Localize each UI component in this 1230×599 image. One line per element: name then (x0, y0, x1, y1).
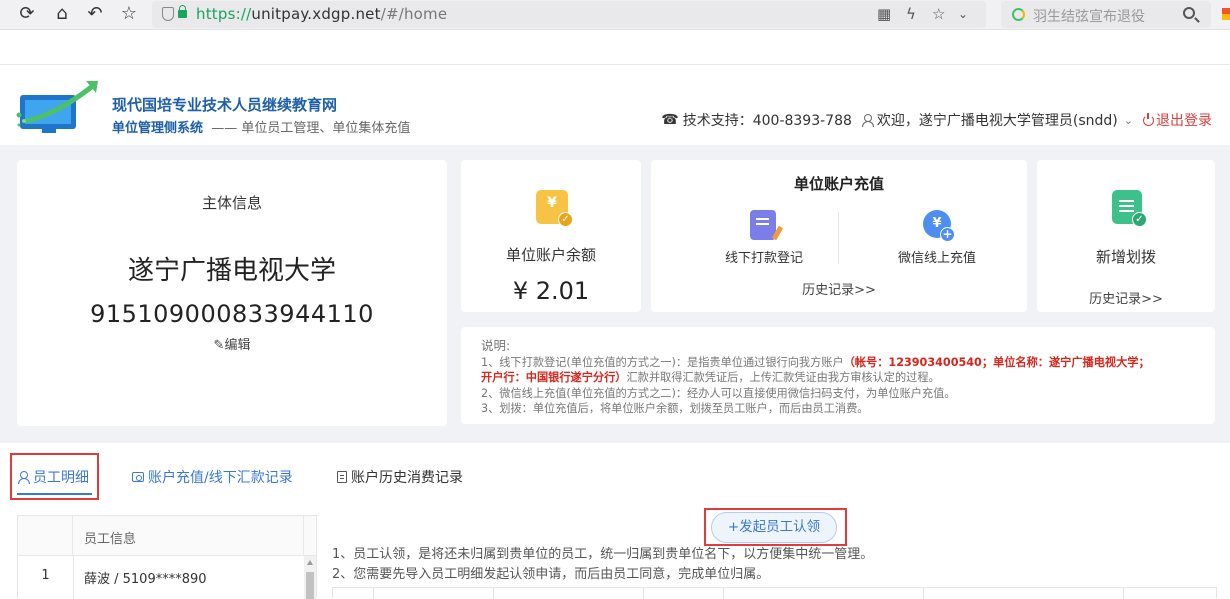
offline-register-icon (750, 210, 776, 240)
logout-button[interactable]: 退出登录 (1143, 110, 1212, 130)
user-icon (861, 114, 874, 127)
balance-value: ¥ 2.01 (512, 277, 590, 305)
row-index: 1 (41, 568, 50, 583)
cell-divider (373, 588, 374, 599)
transfer-card: 新增划拨 历史记录>> (1037, 160, 1215, 312)
entity-name: 遂宁广播电视大学 (127, 256, 336, 286)
divider (838, 212, 839, 264)
search-box[interactable]: 羽生结弦宣布退役 (1001, 1, 1211, 28)
cell-divider (73, 556, 74, 599)
column-header-employee-info: 员工信息 (84, 532, 137, 547)
header-index-cell (18, 516, 73, 556)
site-title: 现代国培专业技术人员继续教育网 (112, 96, 338, 114)
table-row[interactable]: 1 薛波 / 5109****890 (18, 556, 316, 599)
address-bar[interactable]: https://unitpay.xdgp.net/#/home ▦ ϟ ☆ ⌄ (152, 1, 986, 28)
scroll-thumb[interactable] (306, 572, 314, 599)
extension-icon[interactable] (1222, 8, 1230, 20)
highlight-box (10, 453, 99, 500)
employee-table: 员工信息 1 薛波 / 5109****890 (17, 515, 317, 599)
instructions-title: 说明: (481, 338, 511, 353)
cell-divider (923, 588, 924, 599)
bookmark-bar (0, 30, 1230, 65)
document-icon (337, 471, 347, 483)
home-icon[interactable]: ⌂ (51, 3, 73, 25)
offline-transfer-label: 线下打款登记 (724, 251, 803, 266)
money-icon (132, 472, 144, 482)
browser-toolbar: ⟳ ⌂ ↶ ☆ https://unitpay.xdgp.net/#/home … (0, 0, 1230, 30)
chevron-down-icon[interactable]: ⌄ (1124, 114, 1133, 127)
star-icon[interactable]: ☆ (118, 3, 140, 25)
balance-label: 单位账户余额 (505, 246, 596, 264)
wallet-icon: ¥ (536, 190, 573, 227)
instructions-card: 说明: 1、线下打款登记(单位充值的方式之一)：是指贵单位通过银行向我方账户（帐… (461, 327, 1215, 424)
transfer-history-link[interactable]: 历史记录>> (1037, 288, 1215, 307)
cell-divider (723, 588, 724, 599)
lock-icon (178, 5, 187, 18)
wechat-pay-icon: ¥ (923, 210, 955, 242)
edit-button[interactable]: ✎编辑 (17, 334, 447, 353)
support-phone: 技术支持：400-8393-788 (682, 113, 852, 129)
recharge-title: 单位账户充值 (793, 175, 884, 193)
undo-icon[interactable]: ↶ (84, 3, 106, 25)
site-header: 现代国培专业技术人员继续教育网 单位管理侧系统 —— 单位员工管理、单位集体充值… (0, 65, 1230, 145)
tab-recharge-records[interactable]: 账户充值/线下汇款记录 (132, 467, 293, 487)
transfer-icon[interactable] (1112, 190, 1147, 227)
entity-info-label: 主体信息 (201, 194, 262, 212)
url-text: https://unitpay.xdgp.net/#/home (196, 5, 448, 23)
search-engine-icon (1012, 8, 1025, 21)
header-divider (303, 516, 304, 556)
reload-icon[interactable]: ⟳ (16, 3, 38, 25)
instruction-line-3: 3、划拨：单位充值后，将单位账户余额，划拨至员工账户，而后由员工消费。 (481, 402, 869, 415)
highlight-box (704, 508, 847, 546)
site-logo (16, 81, 98, 133)
site-subtitle: 单位管理侧系统 —— 单位员工管理、单位集体充值 (112, 121, 411, 136)
wechat-recharge-label: 微信线上充值 (897, 251, 976, 266)
shield-icon (162, 7, 174, 21)
pencil-icon: ✎ (213, 338, 225, 353)
entity-credit-code: 915109000833944110 (90, 300, 374, 328)
search-placeholder: 羽生结弦宣布退役 (1033, 9, 1145, 25)
lightning-icon[interactable]: ϟ (906, 5, 916, 23)
bookmark-star-icon[interactable]: ☆ (932, 5, 945, 23)
entity-info-card: 主体信息 遂宁广播电视大学 915109000833944110 ✎编辑 (17, 160, 447, 426)
new-transfer-button[interactable]: 新增划拨 (1037, 246, 1215, 267)
recharge-history-link[interactable]: 历史记录>> (651, 279, 1027, 298)
claim-note-1: 1、员工认领，是将还未归属到贵单位的员工，统一归属到贵单位名下，以方便集中统一管… (332, 547, 874, 562)
recharge-card: 单位账户充值 线下打款登记 ¥ 微信线上充值 历史记录>> (651, 160, 1027, 312)
scrollbar[interactable] (304, 556, 316, 599)
claim-instructions: 1、员工认领，是将还未归属到贵单位的员工，统一归属到贵单位名下，以方便集中统一管… (332, 545, 873, 585)
instructions-text: 说明: 1、线下打款登记(单位充值的方式之一)：是指贵单位通过银行向我方账户（帐… (481, 338, 1195, 417)
employee-info: 薛波 / 5109****890 (84, 572, 207, 587)
tab-consumption-history[interactable]: 账户历史消费记录 (337, 467, 463, 487)
scroll-up-arrow-icon[interactable] (307, 560, 313, 565)
cell-divider (643, 588, 644, 599)
qr-icon[interactable]: ▦ (877, 5, 891, 23)
tab-bar: 员工明细 账户充值/线下汇款记录 账户历史消费记录 (0, 453, 1230, 500)
balance-card: ¥ 单位账户余额 ¥ 2.01 (461, 160, 641, 312)
power-icon (1143, 112, 1154, 126)
table-header: 员工信息 (18, 516, 316, 556)
cell-divider (1123, 588, 1124, 599)
cell-divider (493, 588, 494, 599)
instruction-line-2: 2、微信线上充值(单位充值的方式之二)：经办人可以直接使用微信扫码支付，为单位账… (481, 386, 956, 400)
header-user-area: ☎ 技术支持：400-8393-788 欢迎，遂宁广播电视大学管理员(sndd)… (661, 110, 1212, 130)
instruction-line-1: 1、线下打款登记(单位充值的方式之一)：是指贵单位通过银行向我方账户（帐号：12… (481, 355, 1150, 369)
chevron-down-icon[interactable]: ⌄ (958, 7, 968, 21)
phone-icon: ☎ (661, 112, 679, 128)
search-icon[interactable] (1183, 7, 1195, 19)
claim-note-2: 2、您需要先导入员工明细发起认领申请，而后由员工同意，完成单位归属。 (332, 567, 770, 582)
welcome-user[interactable]: 欢迎，遂宁广播电视大学管理员(sndd) (877, 110, 1118, 130)
claim-table (332, 587, 1217, 599)
instruction-line-1b: 开户行：中国银行遂宁分行）汇款并取得汇款凭证后，上传汇款凭证由我方审核认定的过程… (481, 371, 940, 384)
dashboard: 主体信息 遂宁广播电视大学 915109000833944110 ✎编辑 ¥ 单… (0, 145, 1230, 443)
